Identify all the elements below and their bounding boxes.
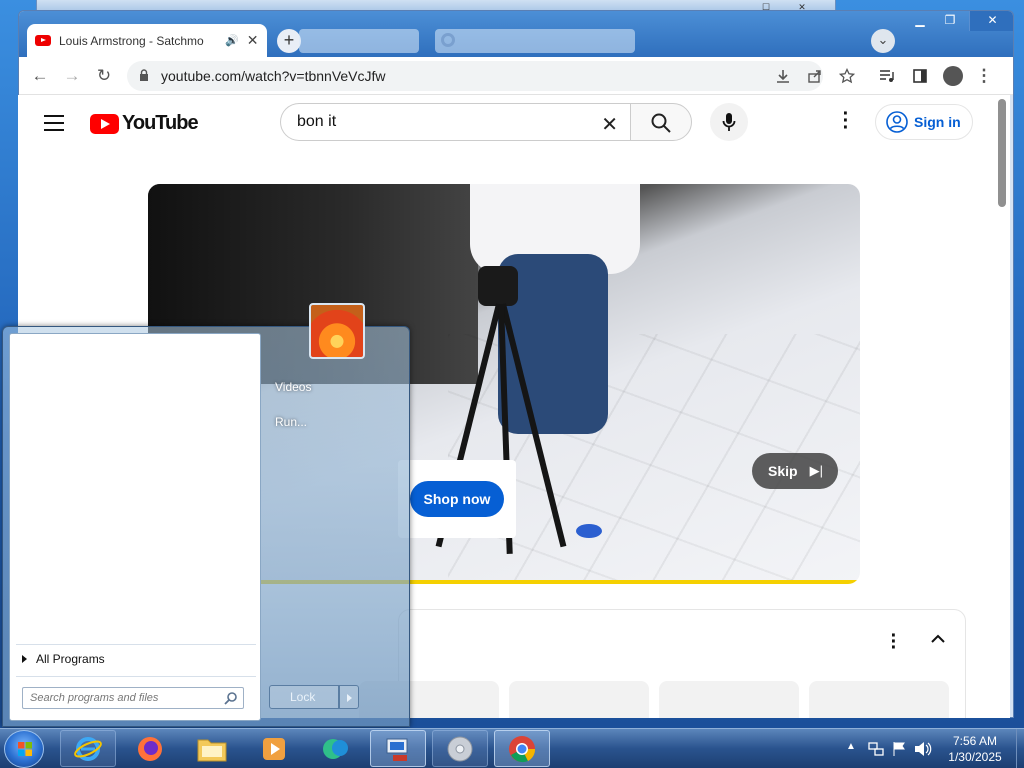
search-icon <box>651 113 671 133</box>
arrow-right-icon <box>22 655 27 663</box>
background-tab[interactable] <box>299 29 419 53</box>
taskbar-remote-desktop[interactable] <box>370 730 426 767</box>
search-input[interactable]: bon it ✕ <box>280 103 630 141</box>
internet-explorer-icon <box>74 736 102 761</box>
taskbar: ▲ 7:56 AM 1/30/2025 <box>0 728 1024 768</box>
show-desktop-button[interactable] <box>1016 729 1024 768</box>
start-menu-programs-pane: All Programs Search programs and files <box>9 333 261 721</box>
taskbar-clock[interactable]: 7:56 AM 1/30/2025 <box>936 733 1014 765</box>
tab-search-chevron-icon[interactable]: ⌄ <box>871 29 895 53</box>
chevron-up-icon[interactable] <box>930 631 946 647</box>
remote-desktop-icon <box>386 738 408 761</box>
ad-card: Shop now <box>398 460 516 538</box>
scrollbar-thumb[interactable] <box>998 99 1006 207</box>
tab-close-icon[interactable]: ✕ <box>247 32 259 49</box>
media-player-icon <box>263 737 285 760</box>
windows-logo-icon <box>18 742 32 756</box>
divider <box>16 644 256 645</box>
clock-date: 1/30/2025 <box>948 750 1002 764</box>
speaker-icon[interactable]: 🔊 <box>225 34 239 47</box>
lock-icon <box>140 69 148 81</box>
shop-now-button[interactable]: Shop now <box>410 481 504 517</box>
network-icon[interactable] <box>868 741 884 757</box>
shutdown-options-arrow-icon[interactable] <box>339 685 359 709</box>
start-search-area: Search programs and files <box>16 676 256 716</box>
video-frame-tripod <box>478 266 518 306</box>
product-thumbnail[interactable] <box>809 681 949 718</box>
forward-icon[interactable]: → <box>61 65 83 87</box>
start-item-run[interactable]: Run... <box>275 415 307 429</box>
page-scrollbar[interactable] <box>994 95 1010 718</box>
voice-search-button[interactable] <box>710 103 748 141</box>
google-favicon-icon <box>441 33 455 47</box>
all-programs-label: All Programs <box>36 652 105 666</box>
search-button[interactable] <box>630 103 692 141</box>
maximize-icon[interactable]: ❐ <box>935 11 965 31</box>
account-icon <box>886 111 908 133</box>
media-icon[interactable] <box>879 69 895 83</box>
action-center-flag-icon[interactable] <box>892 741 906 757</box>
youtube-logo[interactable]: YouTube <box>90 112 199 135</box>
star-icon[interactable] <box>839 68 855 84</box>
explorer-folder-icon <box>197 739 227 761</box>
hamburger-menu-icon[interactable] <box>44 115 64 131</box>
profile-icon[interactable] <box>943 66 963 86</box>
start-item-videos[interactable]: Videos <box>275 380 311 394</box>
start-button[interactable] <box>4 730 44 768</box>
taskbar-firefox[interactable] <box>122 730 178 767</box>
new-tab-button[interactable]: + <box>277 29 301 53</box>
search-icon <box>224 692 237 705</box>
minimize-icon[interactable]: ▁ <box>905 11 935 31</box>
sign-in-button[interactable]: Sign in <box>875 104 973 140</box>
url-text: youtube.com/watch?v=tbnnVeVcJfw <box>161 68 386 84</box>
taskbar-chrome[interactable] <box>494 730 550 767</box>
youtube-logo-text: YouTube <box>122 112 199 134</box>
taskbar-explorer[interactable] <box>184 730 240 767</box>
search-input-value: bon it <box>297 113 337 130</box>
product-thumbnail[interactable] <box>659 681 799 718</box>
menu-icon[interactable]: ⋮ <box>973 65 995 87</box>
video-frame-tripod-foot <box>576 524 602 538</box>
reload-icon[interactable]: ↻ <box>93 65 115 87</box>
taskbar-internet-explorer[interactable] <box>60 730 116 767</box>
lock-button[interactable]: Lock <box>269 685 339 709</box>
show-hidden-icons-icon[interactable]: ▲ <box>846 741 856 752</box>
user-picture-icon[interactable] <box>309 303 365 359</box>
firefox-icon <box>138 736 162 761</box>
more-options-icon[interactable]: · · · <box>836 104 856 138</box>
product-thumbnail[interactable] <box>509 681 649 718</box>
background-tab[interactable] <box>435 29 635 53</box>
start-search-input[interactable]: Search programs and files <box>22 687 244 709</box>
download-icon[interactable] <box>775 68 791 84</box>
all-programs-button[interactable]: All Programs <box>22 652 105 666</box>
live-messenger-icon <box>323 738 348 759</box>
chrome-titlebar: Louis Armstrong - Satchmo 🔊 ✕ + ⌄ ▁ ❐ ✕ <box>19 11 1013 57</box>
browser-toolbar: ← → ↻ youtube.com/watch?v=tbnnVeVcJfw ⋮ <box>19 57 1013 95</box>
share-icon[interactable] <box>807 68 823 84</box>
active-tab[interactable]: Louis Armstrong - Satchmo 🔊 ✕ <box>27 24 267 57</box>
close-icon[interactable]: ✕ <box>969 11 1013 31</box>
youtube-play-icon <box>90 113 119 134</box>
tab-title: Louis Armstrong - Satchmo <box>59 33 204 48</box>
taskbar-media-player[interactable] <box>246 730 302 767</box>
start-menu: All Programs Search programs and files V… <box>2 303 410 727</box>
skip-next-icon: ▶| <box>809 463 823 478</box>
more-options-icon[interactable]: · · · <box>886 626 902 658</box>
chrome-icon <box>509 735 536 762</box>
sign-in-label: Sign in <box>914 114 961 130</box>
address-bar[interactable]: youtube.com/watch?v=tbnnVeVcJfw <box>127 61 855 91</box>
clear-search-icon[interactable]: ✕ <box>601 112 618 137</box>
youtube-favicon-icon <box>35 35 51 46</box>
taskbar-disc[interactable] <box>432 730 488 767</box>
skip-label: Skip <box>768 463 798 479</box>
taskbar-live-messenger[interactable] <box>308 730 364 767</box>
back-icon[interactable]: ← <box>29 65 51 87</box>
microphone-icon <box>722 113 736 131</box>
sidebar-icon[interactable] <box>913 69 927 83</box>
volume-icon[interactable] <box>914 741 932 757</box>
disc-icon <box>447 736 473 761</box>
start-search-placeholder: Search programs and files <box>30 692 159 704</box>
clock-time: 7:56 AM <box>952 734 998 748</box>
skip-ad-button[interactable]: Skip ▶| <box>752 453 838 489</box>
